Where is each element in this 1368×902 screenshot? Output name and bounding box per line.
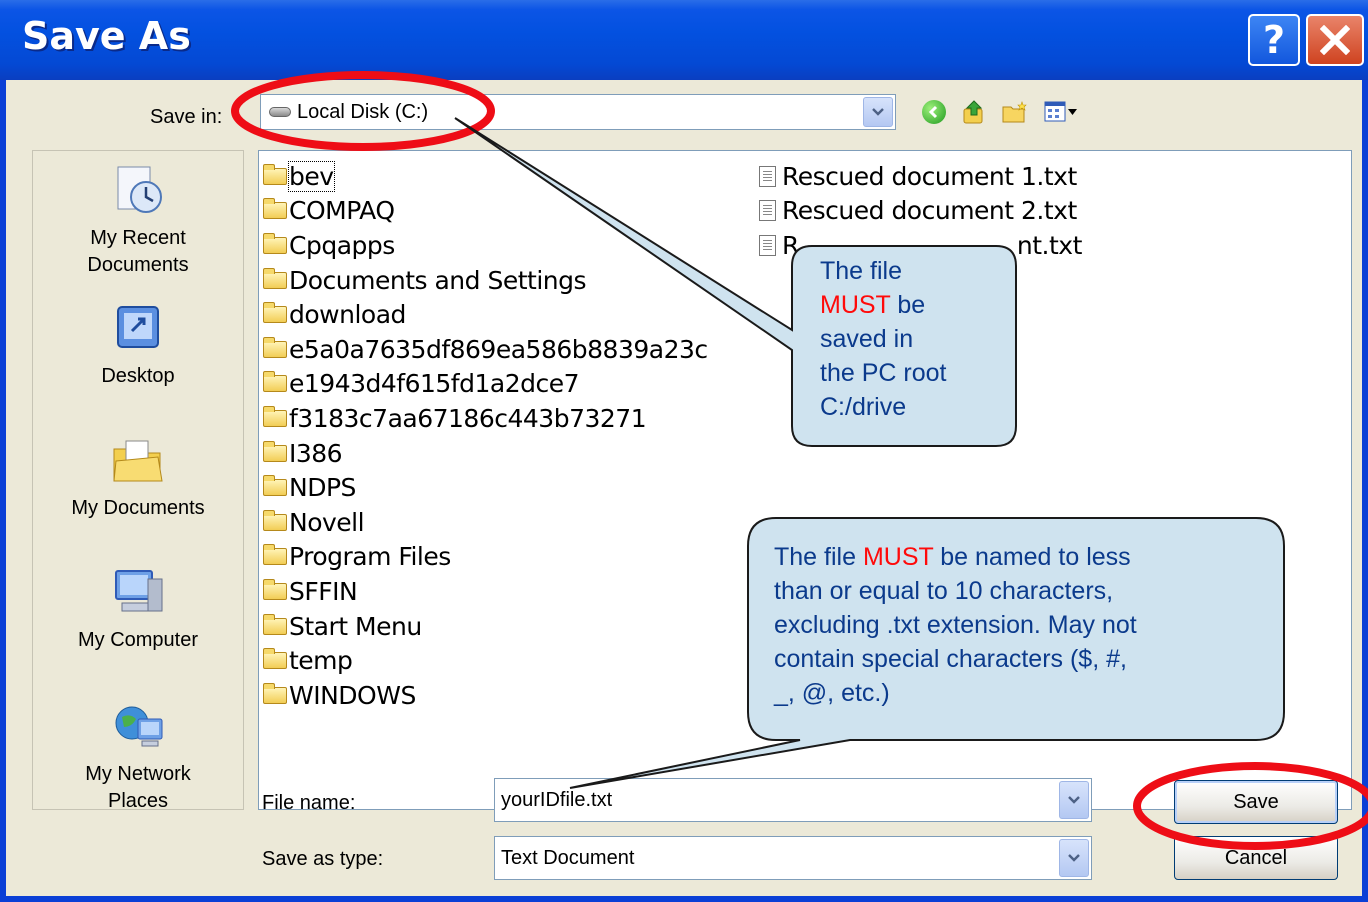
help-button[interactable]: ? bbox=[1248, 14, 1300, 66]
callout-text-naming-rules: The file MUST be named to less than or e… bbox=[774, 543, 1137, 707]
list-item[interactable]: I386 bbox=[263, 436, 708, 471]
list-item[interactable]: WINDOWS bbox=[263, 678, 708, 713]
list-item[interactable]: Cpqapps bbox=[263, 228, 708, 263]
question-mark-icon: ? bbox=[1262, 18, 1286, 62]
my-computer-icon bbox=[108, 563, 168, 623]
place-my-recent-documents[interactable]: My Recent Documents bbox=[33, 161, 243, 279]
chevron-down-icon[interactable] bbox=[1059, 781, 1089, 819]
list-item[interactable]: temp bbox=[263, 643, 708, 678]
list-item[interactable]: Program Files bbox=[263, 540, 708, 575]
up-folder-icon[interactable] bbox=[962, 99, 986, 125]
save-in-label: Save in: bbox=[150, 106, 223, 128]
list-item[interactable]: Documents and Settings bbox=[263, 263, 708, 298]
new-folder-icon[interactable] bbox=[1002, 101, 1028, 123]
close-button[interactable] bbox=[1306, 14, 1364, 66]
file-name-value: yourIDfile.txt bbox=[501, 788, 613, 811]
desktop-icon bbox=[108, 299, 168, 359]
place-my-computer[interactable]: My Computer bbox=[33, 563, 243, 654]
network-places-icon bbox=[108, 697, 168, 757]
folder-icon bbox=[263, 475, 287, 497]
close-icon bbox=[1320, 25, 1350, 55]
folder-icon bbox=[263, 302, 287, 324]
place-my-documents[interactable]: My Documents bbox=[33, 431, 243, 522]
list-item[interactable]: COMPAQ bbox=[263, 194, 708, 229]
place-desktop[interactable]: Desktop bbox=[33, 299, 243, 390]
place-label-line2: Places bbox=[107, 790, 169, 812]
folder-icon bbox=[263, 405, 287, 427]
file-name-label: File name: bbox=[262, 792, 356, 814]
views-menu-icon[interactable] bbox=[1044, 100, 1078, 124]
title-bar[interactable]: Save As ? bbox=[0, 0, 1368, 80]
folder-icon bbox=[263, 544, 287, 566]
save-as-dialog: Save As ? Save in: Local Disk (C:) My Re… bbox=[0, 0, 1368, 902]
place-label-line1: Desktop bbox=[101, 365, 175, 387]
callout-text-save-location: The file MUST be saved in the PC root C:… bbox=[820, 257, 947, 421]
folder-icon bbox=[263, 440, 287, 462]
save-button[interactable]: Save bbox=[1174, 780, 1338, 824]
list-item[interactable]: SFFIN bbox=[263, 574, 708, 609]
save-in-value: Local Disk (C:) bbox=[297, 100, 429, 123]
folder-icon bbox=[263, 163, 287, 185]
list-item[interactable]: Start Menu bbox=[263, 609, 708, 644]
place-label-line1: My Computer bbox=[77, 629, 199, 651]
place-my-network-places[interactable]: My Network Places bbox=[33, 697, 243, 815]
save-as-type-dropdown[interactable]: Text Document bbox=[494, 836, 1092, 880]
place-label-line1: My Documents bbox=[71, 497, 205, 519]
recent-documents-icon bbox=[108, 161, 168, 221]
save-as-type-label: Save as type: bbox=[262, 848, 384, 870]
folder-icon bbox=[263, 198, 287, 220]
dialog-title: Save As bbox=[22, 14, 191, 58]
text-file-column: Rescued document 1.txt Rescued document … bbox=[759, 159, 1082, 263]
save-in-dropdown[interactable]: Local Disk (C:) bbox=[260, 94, 896, 130]
folder-icon bbox=[263, 648, 287, 670]
my-documents-icon bbox=[108, 431, 168, 491]
list-item[interactable]: f3183c7aa67186c443b73271 bbox=[263, 401, 708, 436]
list-item[interactable]: Rescued document 2.txt bbox=[759, 194, 1082, 229]
cancel-button[interactable]: Cancel bbox=[1174, 836, 1338, 880]
list-item[interactable]: Novell bbox=[263, 505, 708, 540]
file-list[interactable]: bev COMPAQ Cpqapps Documents and Setting… bbox=[258, 150, 1352, 810]
must-emphasis: MUST bbox=[820, 291, 891, 319]
folder-icon bbox=[263, 578, 287, 600]
chevron-down-icon[interactable] bbox=[1059, 839, 1089, 877]
list-item[interactable]: e1943d4f615fd1a2dce7 bbox=[263, 367, 708, 402]
place-label-line1: My Network bbox=[85, 763, 191, 785]
list-item[interactable]: Rescued document 1.txt bbox=[759, 159, 1082, 194]
text-file-icon bbox=[759, 234, 776, 256]
list-item[interactable]: e5a0a7635df869ea586b8839a23c bbox=[263, 332, 708, 367]
folder-column: bev COMPAQ Cpqapps Documents and Setting… bbox=[263, 159, 708, 713]
places-bar: My Recent Documents Desktop My Documents bbox=[32, 150, 244, 812]
place-label-line2: Documents bbox=[87, 254, 189, 276]
save-as-type-value: Text Document bbox=[501, 846, 635, 869]
folder-icon bbox=[263, 232, 287, 254]
back-icon[interactable] bbox=[922, 100, 946, 124]
list-item[interactable]: NDPS bbox=[263, 470, 708, 505]
folder-icon bbox=[263, 267, 287, 289]
text-file-icon bbox=[759, 200, 776, 222]
folder-icon bbox=[263, 682, 287, 704]
navigation-toolbar bbox=[922, 94, 1078, 130]
file-name-field[interactable]: yourIDfile.txt bbox=[494, 778, 1092, 822]
folder-icon bbox=[263, 509, 287, 531]
list-item[interactable]: download bbox=[263, 297, 708, 332]
place-label-line1: My Recent bbox=[90, 227, 186, 249]
list-item[interactable]: bev bbox=[263, 159, 708, 194]
chevron-down-icon[interactable] bbox=[863, 97, 893, 127]
must-emphasis: MUST bbox=[862, 543, 934, 571]
folder-icon bbox=[263, 336, 287, 358]
folder-icon bbox=[263, 371, 287, 393]
folder-icon bbox=[263, 613, 287, 635]
text-file-icon bbox=[759, 165, 776, 187]
dialog-body: Save in: Local Disk (C:) My Recent Docum… bbox=[6, 80, 1362, 896]
local-disk-icon bbox=[269, 107, 291, 117]
